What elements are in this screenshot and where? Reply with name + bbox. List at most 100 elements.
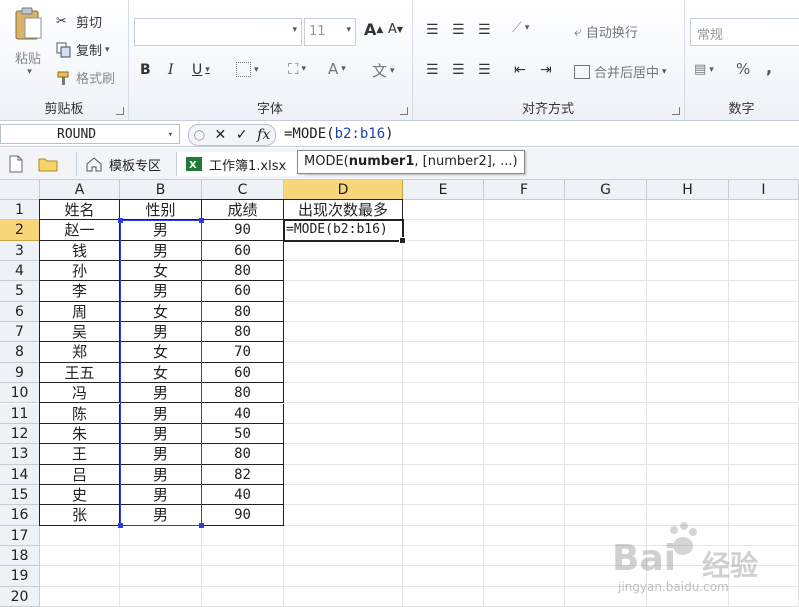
column-header-f[interactable]: F: [484, 180, 565, 200]
function-argument-tooltip[interactable]: MODE(number1, [number2], ...): [297, 150, 525, 174]
orientation-dropdown-icon[interactable]: ▾: [525, 23, 530, 33]
cell-e2[interactable]: [403, 220, 484, 241]
cell-c16[interactable]: 90: [202, 505, 284, 526]
cell-a4[interactable]: 孙: [40, 261, 120, 282]
align-bottom-button[interactable]: ☰: [478, 22, 491, 38]
cell-c17[interactable]: [202, 525, 284, 546]
open-folder-button[interactable]: [38, 152, 58, 176]
cell-i10[interactable]: [729, 383, 799, 404]
cancel-formula-icon[interactable]: ✕: [215, 127, 227, 143]
decrease-indent-button[interactable]: ⇤: [514, 62, 526, 78]
cell-f15[interactable]: [484, 484, 565, 506]
cell-f11[interactable]: [484, 403, 565, 424]
cell-e20[interactable]: [403, 586, 484, 607]
cell-h9[interactable]: [647, 362, 729, 384]
cell-g13[interactable]: [565, 444, 647, 465]
paste-button[interactable]: 粘贴 ▾: [8, 6, 48, 77]
cell-e11[interactable]: [403, 403, 484, 424]
cell-d3[interactable]: [284, 240, 403, 262]
row-header-11[interactable]: 11: [0, 403, 40, 424]
cell-a15[interactable]: 史: [40, 484, 120, 506]
cell-c4[interactable]: 80: [202, 261, 284, 282]
cell-i7[interactable]: [729, 322, 799, 343]
cell-b17[interactable]: [120, 525, 202, 546]
cell-c11[interactable]: 40: [202, 403, 284, 424]
row-header-4[interactable]: 4: [0, 261, 40, 282]
cell-b6[interactable]: 女: [120, 301, 202, 323]
cell-d9[interactable]: [284, 362, 403, 384]
cell-b13[interactable]: 男: [120, 444, 202, 465]
cell-d10[interactable]: [284, 383, 403, 404]
border-dropdown-icon[interactable]: ▾: [254, 65, 259, 75]
cell-b12[interactable]: 男: [120, 423, 202, 445]
clipboard-launcher-icon[interactable]: [116, 107, 124, 115]
cell-e19[interactable]: [403, 566, 484, 587]
cell-d12[interactable]: [284, 423, 403, 445]
cell-b8[interactable]: 女: [120, 342, 202, 363]
cell-b18[interactable]: [120, 545, 202, 567]
paste-dropdown-icon[interactable]: ▾: [27, 67, 32, 77]
column-header-b[interactable]: B: [120, 180, 202, 200]
cell-a10[interactable]: 冯: [40, 383, 120, 404]
cell-b3[interactable]: 男: [120, 240, 202, 262]
cell-g7[interactable]: [565, 322, 647, 343]
row-header-13[interactable]: 13: [0, 444, 40, 465]
cell-i2[interactable]: [729, 220, 799, 241]
accounting-dropdown-icon[interactable]: ▾: [709, 65, 714, 75]
percent-button[interactable]: %: [736, 60, 750, 78]
merge-center-dropdown-icon[interactable]: ▾: [662, 67, 667, 77]
cell-f16[interactable]: [484, 505, 565, 526]
font-color-button[interactable]: A ▾: [328, 60, 346, 78]
cell-h4[interactable]: [647, 261, 729, 282]
cell-d1[interactable]: 出现次数最多: [284, 200, 403, 221]
cell-h10[interactable]: [647, 383, 729, 404]
cell-e1[interactable]: [403, 200, 484, 221]
cell-a12[interactable]: 朱: [40, 423, 120, 445]
cell-e8[interactable]: [403, 342, 484, 363]
cell-g5[interactable]: [565, 281, 647, 302]
row-header-2[interactable]: 2: [0, 220, 40, 241]
cell-d19[interactable]: [284, 566, 403, 587]
underline-button[interactable]: U ▾: [192, 62, 210, 78]
cell-e16[interactable]: [403, 505, 484, 526]
cell-e14[interactable]: [403, 464, 484, 485]
row-header-3[interactable]: 3: [0, 240, 40, 262]
insert-function-icon[interactable]: fx: [257, 127, 270, 143]
cell-f17[interactable]: [484, 525, 565, 546]
cell-b19[interactable]: [120, 566, 202, 587]
font-color-dropdown-icon[interactable]: ▾: [341, 64, 346, 74]
cell-h6[interactable]: [647, 301, 729, 323]
cell-i8[interactable]: [729, 342, 799, 363]
cell-b1[interactable]: 性别: [120, 200, 202, 221]
row-header-5[interactable]: 5: [0, 281, 40, 302]
cell-i3[interactable]: [729, 240, 799, 262]
cell-f9[interactable]: [484, 362, 565, 384]
cell-e9[interactable]: [403, 362, 484, 384]
cell-e13[interactable]: [403, 444, 484, 465]
cell-f2[interactable]: [484, 220, 565, 241]
cell-h1[interactable]: [647, 200, 729, 221]
cell-a18[interactable]: [40, 545, 120, 567]
cell-d14[interactable]: [284, 464, 403, 485]
cell-f4[interactable]: [484, 261, 565, 282]
cell-d5[interactable]: [284, 281, 403, 302]
cell-f7[interactable]: [484, 322, 565, 343]
cell-f12[interactable]: [484, 423, 565, 445]
cell-d15[interactable]: [284, 484, 403, 506]
font-name-dropdown-icon[interactable]: ▾: [292, 25, 297, 35]
column-header-e[interactable]: E: [403, 180, 484, 200]
cell-a8[interactable]: 郑: [40, 342, 120, 363]
merge-center-button[interactable]: 合并后居中 ▾: [574, 62, 667, 81]
align-middle-button[interactable]: ☰: [452, 22, 465, 38]
cell-d17[interactable]: [284, 525, 403, 546]
cell-b4[interactable]: 女: [120, 261, 202, 282]
underline-dropdown-icon[interactable]: ▾: [205, 65, 210, 75]
number-format-select[interactable]: 常规: [690, 18, 799, 46]
cell-c12[interactable]: 50: [202, 423, 284, 445]
cell-e3[interactable]: [403, 240, 484, 262]
cell-a2[interactable]: 赵一: [40, 220, 120, 241]
cell-i1[interactable]: [729, 200, 799, 221]
row-header-8[interactable]: 8: [0, 342, 40, 363]
orientation-button[interactable]: ⟋ ▾: [512, 20, 529, 36]
cell-d18[interactable]: [284, 545, 403, 567]
